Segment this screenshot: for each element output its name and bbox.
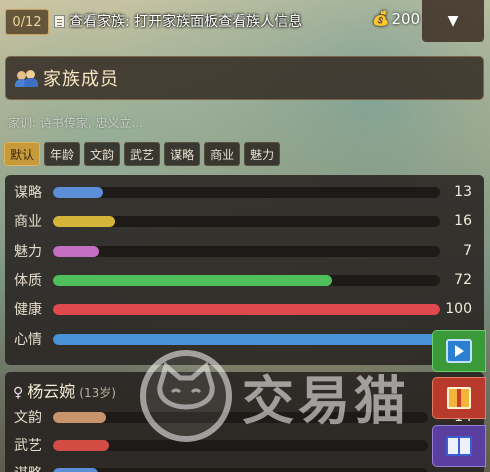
stat-label: 商业 <box>14 214 42 230</box>
stat-bar <box>53 333 440 345</box>
stat-bar-fill <box>53 467 98 472</box>
tab-charm[interactable]: 魅力 <box>244 142 281 166</box>
stat-row-charm: 魅力 7 <box>5 239 484 263</box>
stat-label: 魅力 <box>14 244 42 260</box>
tab-default[interactable]: 默认 <box>4 142 41 166</box>
stat-label: 体质 <box>14 273 42 289</box>
member-stat-row: 谋略 <box>5 461 484 472</box>
member-stat-row: 文韵 14 <box>5 405 484 429</box>
gift-icon <box>447 387 471 409</box>
stat-row-business: 商业 16 <box>5 209 484 233</box>
stat-bar <box>53 411 428 423</box>
stat-value: 100 <box>445 301 472 317</box>
task-text: 查看家族: 打开家族面板查看族人信息 <box>69 14 303 30</box>
play-icon <box>446 339 472 363</box>
family-members-icon <box>15 69 39 87</box>
stat-bar-fill <box>53 411 106 423</box>
tab-strategy[interactable]: 谋略 <box>164 142 201 166</box>
stat-label: 文韵 <box>14 410 42 426</box>
panel-title: 家族成员 <box>43 69 119 90</box>
stat-bar <box>53 274 440 286</box>
sort-tabs: 默认 年龄 文韵 武艺 谋略 商业 魅力 <box>4 142 281 166</box>
stat-bar <box>53 245 440 257</box>
stat-bar-fill <box>53 274 332 286</box>
document-icon <box>54 14 65 28</box>
member-stats-panel: 谋略 13 商业 16 魅力 7 体质 72 健康 100 心情 <box>5 175 484 365</box>
stat-bar <box>53 303 440 315</box>
tab-literature[interactable]: 文韵 <box>84 142 121 166</box>
female-icon: ♀ <box>13 385 24 401</box>
stat-row-constitution: 体质 72 <box>5 268 484 292</box>
member-stat-row: 武艺 <box>5 433 484 457</box>
stat-bar <box>53 439 428 451</box>
family-panel-header: 家族成员 <box>5 56 484 100</box>
stat-bar-fill <box>53 215 115 227</box>
stat-bar-fill <box>53 439 110 451</box>
play-button[interactable] <box>432 330 486 372</box>
book-icon <box>446 436 472 456</box>
tab-business[interactable]: 商业 <box>204 142 241 166</box>
task-progress-badge: 0/12 <box>5 9 49 35</box>
member-name: 杨云婉 <box>27 382 76 401</box>
stat-bar <box>53 186 440 198</box>
money-display: 💰 200 <box>372 10 420 28</box>
stat-label: 谋略 <box>14 185 42 201</box>
tab-age[interactable]: 年龄 <box>44 142 81 166</box>
stat-bar-fill <box>53 245 100 257</box>
stat-value: 72 <box>454 272 472 288</box>
book-button[interactable] <box>432 425 486 467</box>
member-header: ♀ 杨云婉 (13岁) <box>13 378 116 402</box>
stat-value: 7 <box>463 243 472 259</box>
stat-label: 武艺 <box>14 438 42 454</box>
current-task[interactable]: 查看家族: 打开家族面板查看族人信息 <box>54 10 302 32</box>
stat-label: 心情 <box>14 332 42 348</box>
money-bag-icon: 💰 <box>372 11 390 27</box>
member-age: (13岁) <box>79 386 116 400</box>
gift-button[interactable] <box>432 377 486 419</box>
money-value: 200 <box>391 10 421 28</box>
stat-label: 谋略 <box>14 463 42 472</box>
dropdown-button[interactable]: ▼ <box>422 0 484 42</box>
stat-bar <box>53 215 440 227</box>
stat-label: 健康 <box>14 302 42 318</box>
stat-bar-fill <box>53 186 104 198</box>
family-motto: 家训: 诗书传家, 忠义立... <box>8 116 143 130</box>
stat-row-mood: 心情 <box>5 327 484 351</box>
top-bar: 0/12 查看家族: 打开家族面板查看族人信息 💰 200 ▼ <box>0 0 490 42</box>
stat-bar-fill <box>53 333 440 345</box>
stat-bar-fill <box>53 303 440 315</box>
stat-bar <box>53 467 428 472</box>
stat-value: 16 <box>454 213 472 229</box>
stat-value: 13 <box>454 184 472 200</box>
tab-martial[interactable]: 武艺 <box>124 142 161 166</box>
member-card[interactable]: ♀ 杨云婉 (13岁) 文韵 14 武艺 谋略 <box>5 372 484 472</box>
stat-row-strategy: 谋略 13 <box>5 180 484 204</box>
chevron-down-icon: ▼ <box>447 13 459 29</box>
stat-row-health: 健康 100 <box>5 297 484 321</box>
